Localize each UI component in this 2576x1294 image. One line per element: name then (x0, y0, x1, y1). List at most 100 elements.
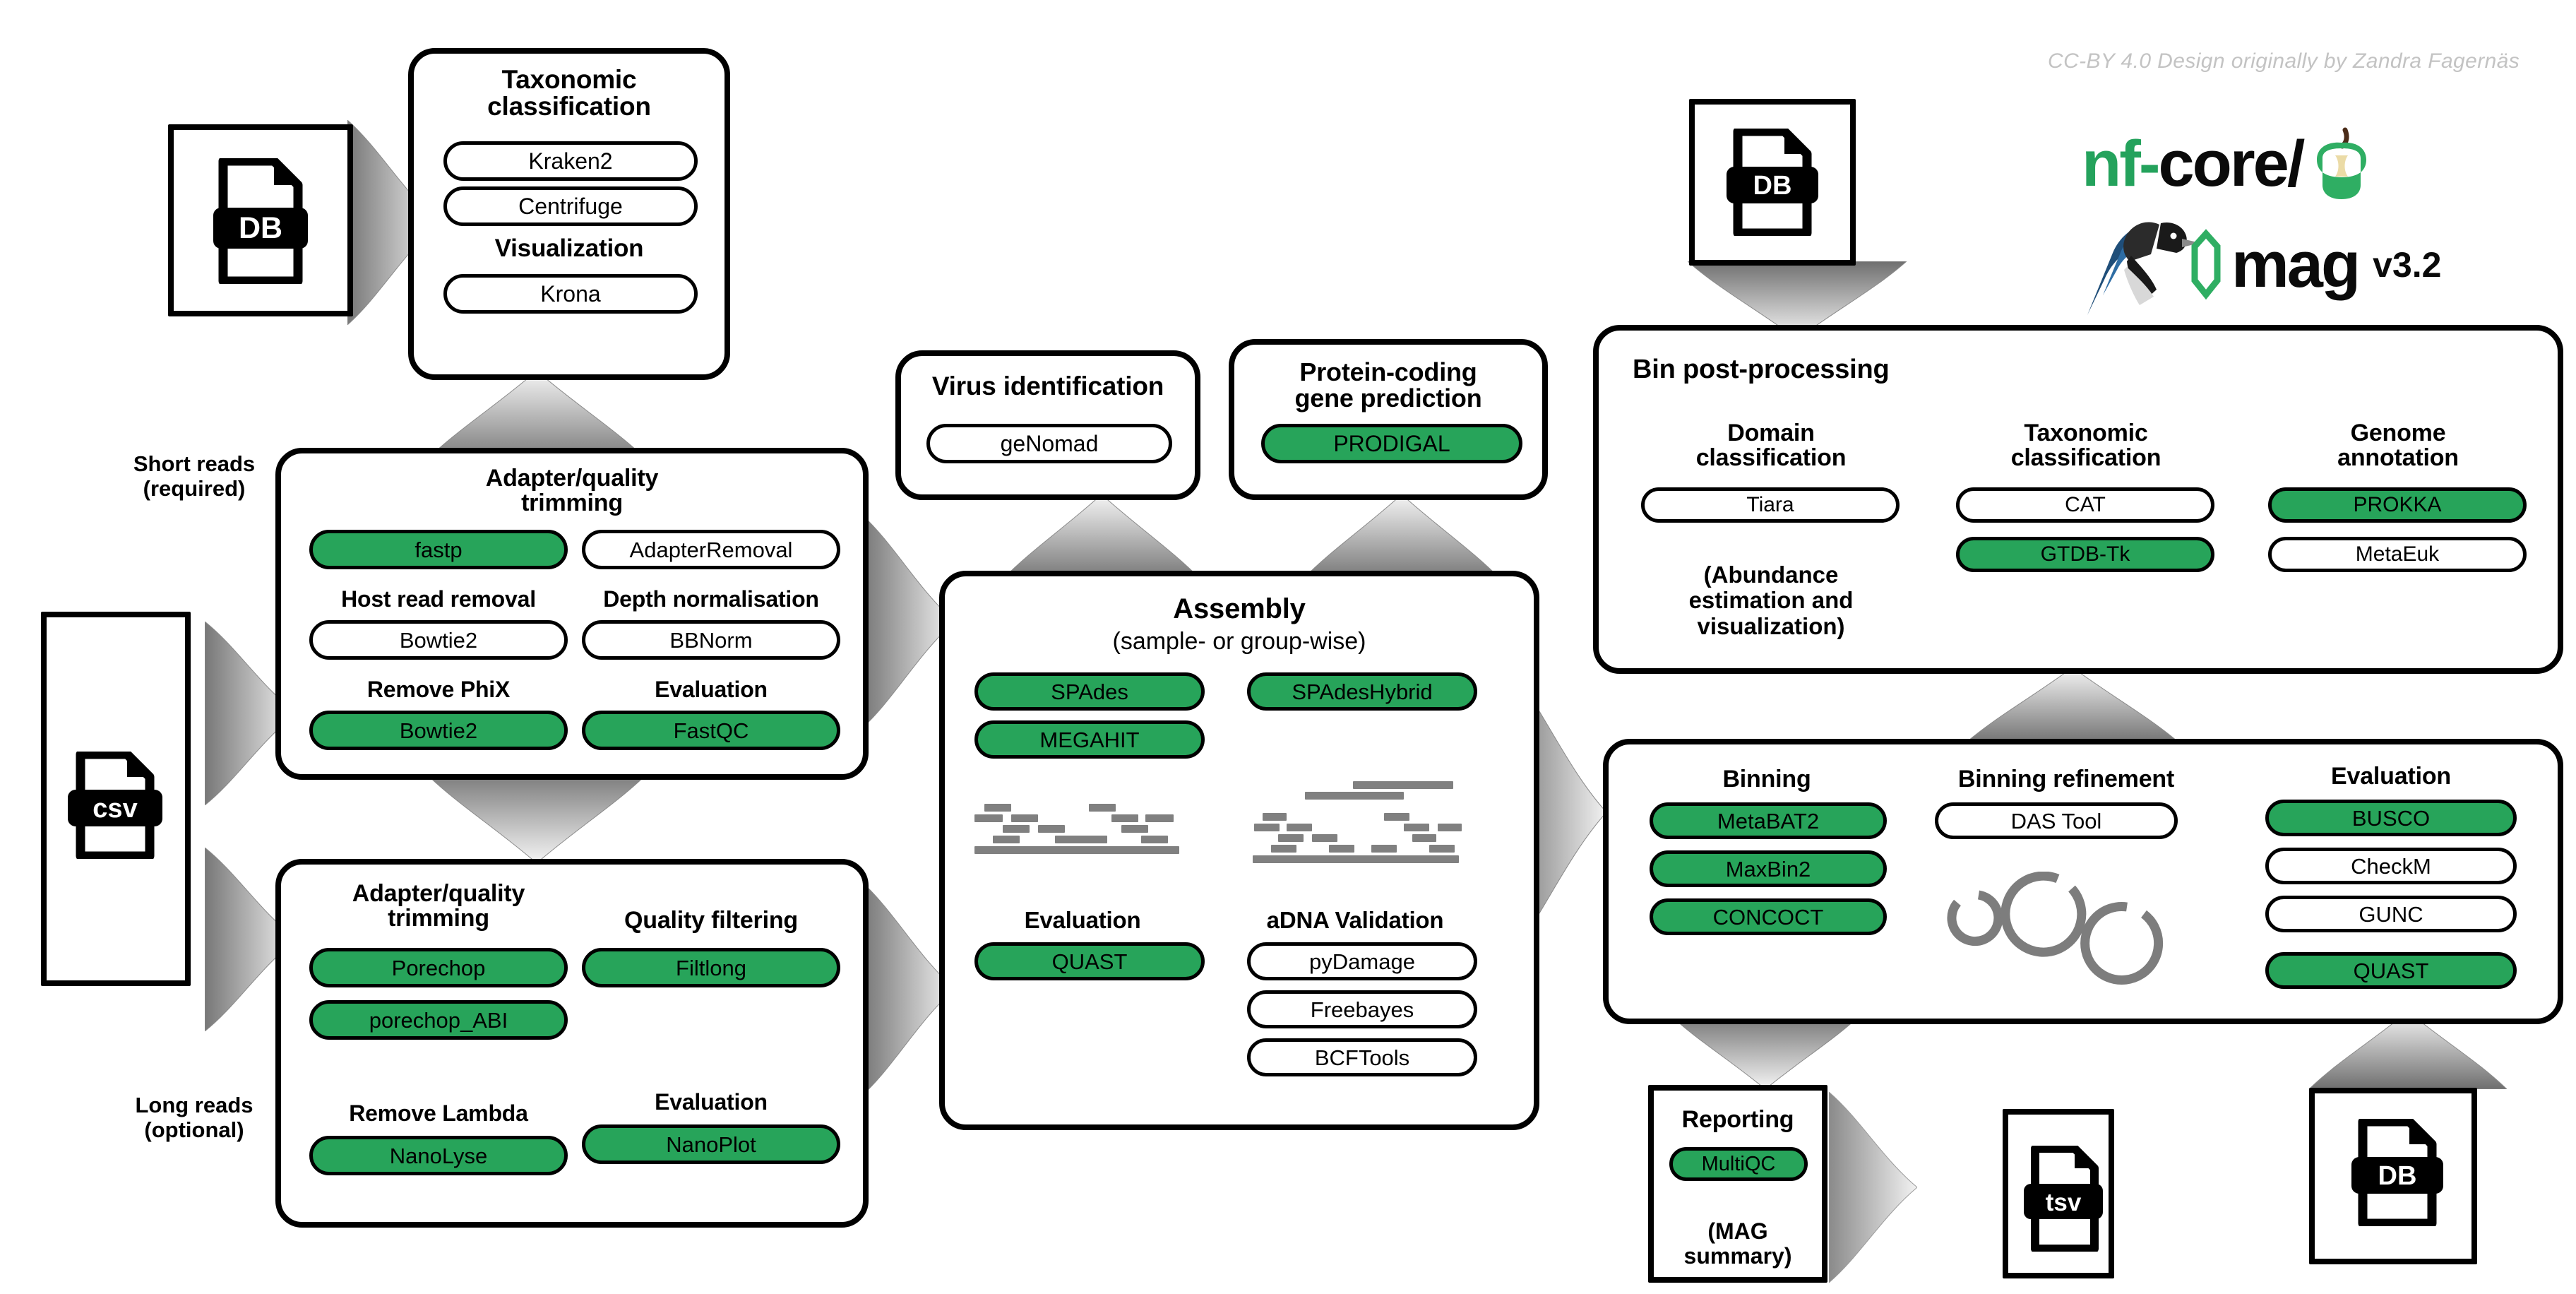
tool-nanoplot: NanoPlot (582, 1124, 840, 1164)
tool-genomad: geNomad (926, 424, 1172, 463)
tool-centrifuge: Centrifuge (443, 186, 698, 226)
tool-adapterremoval: AdapterRemoval (582, 530, 840, 569)
heading-genome-annotation: Genome annotation (2337, 420, 2459, 472)
svg-text:DB: DB (2378, 1161, 2417, 1191)
input-db-binpost-box: DB (1689, 99, 1856, 266)
tool-label: QUAST (1051, 949, 1128, 974)
apple-core-icon (2317, 127, 2367, 199)
tool-label: Tiara (1746, 493, 1794, 516)
tool-label: BCFTools (1314, 1045, 1410, 1070)
heading-quality-filtering: Quality filtering (624, 907, 798, 934)
heading-binning-evaluation: Evaluation (2331, 763, 2451, 790)
tool-bbnorm: BBNorm (582, 620, 840, 660)
csv-file-icon: csv (68, 752, 162, 859)
logo-nf-core: nf- core/ (2082, 127, 2372, 201)
genome-bins-icon (1932, 872, 2179, 1034)
heading-adapter-quality-trimming-short: Adapter/quality trimming (485, 465, 659, 517)
heading-remove-lambda: Remove Lambda (349, 1100, 528, 1126)
tool-bowtie2-phix: Bowtie2 (309, 711, 568, 750)
logo-core-text: core/ (2158, 128, 2305, 200)
reporting-title: Reporting (1681, 1106, 1794, 1133)
tool-label: PROKKA (2353, 493, 2442, 516)
tool-concoct: CONCOCT (1650, 898, 1887, 935)
tool-label: QUAST (2353, 958, 2429, 983)
contig-stack-right (1247, 781, 1473, 863)
tool-fastqc: FastQC (582, 711, 840, 750)
tool-tiara: Tiara (1641, 487, 1900, 523)
tool-label: GUNC (2359, 901, 2423, 927)
tool-label: Bowtie2 (399, 718, 478, 743)
tool-label: MetaBAT2 (1717, 808, 1820, 833)
tool-quast-bins: QUAST (2265, 952, 2517, 989)
tool-label: NanoPlot (666, 1132, 756, 1157)
svg-text:csv: csv (93, 794, 137, 824)
tool-label: fastp (415, 537, 463, 562)
tool-prokka: PROKKA (2268, 487, 2527, 523)
tool-busco: BUSCO (2265, 800, 2517, 836)
heading-depth-normalisation: Depth normalisation (603, 586, 819, 612)
logo-nf-text: nf- (2082, 128, 2160, 200)
tool-megahit: MEGAHIT (974, 720, 1205, 759)
tsv-file-icon: tsv (2024, 1146, 2103, 1252)
label-long-reads: Long reads (optional) (135, 1093, 254, 1142)
tool-label: Krona (540, 281, 601, 307)
heading-adapter-quality-trimming-long: Adapter/quality trimming (352, 880, 525, 932)
db-file-icon: DB (213, 158, 308, 284)
tool-filtlong: Filtlong (582, 948, 840, 987)
contig-stack-left-b (1080, 804, 1193, 854)
tool-label: CheckM (2351, 853, 2431, 879)
tool-label: Freebayes (1310, 997, 1414, 1022)
label-short-reads: Short reads (required) (133, 451, 256, 501)
tool-label: CAT (2065, 493, 2106, 516)
tool-label: GTDB-Tk (2040, 542, 2130, 566)
logo-mag: mag v3.2 (2083, 212, 2442, 318)
tool-label: porechop_ABI (369, 1007, 508, 1033)
bin-post-processing-title: Bin post-processing (1633, 355, 1890, 384)
connector-assembly-to-virus (1003, 494, 1200, 579)
input-db-taxonomy-box: DB (168, 124, 353, 316)
assembly-title: Assembly (1173, 593, 1306, 624)
svg-text:DB: DB (1753, 171, 1792, 201)
visualization-heading: Visualization (494, 235, 644, 262)
output-tsv-box: tsv (2003, 1109, 2114, 1278)
heading-evaluation-short: Evaluation (655, 677, 768, 702)
connector-reporting-to-tsv (1829, 1092, 1917, 1283)
bin-post-processing-note: (Abundance estimation and visualization) (1688, 562, 1854, 639)
heading-evaluation-long: Evaluation (655, 1089, 768, 1115)
tool-label: MaxBin2 (1725, 856, 1811, 882)
box-short-read-preprocessing: Adapter/quality trimming fastp AdapterRe… (275, 448, 869, 780)
tool-das-tool: DAS Tool (1935, 802, 2178, 839)
box-virus-identification: Virus identification geNomad (895, 350, 1200, 500)
tool-bowtie2-host: Bowtie2 (309, 620, 568, 660)
box-assembly: Assembly (sample- or group-wise) SPAdes … (939, 571, 1539, 1130)
heading-remove-phix: Remove PhiX (366, 677, 511, 702)
tool-bcftools: BCFTools (1247, 1038, 1477, 1076)
output-db-box: DB (2309, 1088, 2477, 1264)
logo-mag-text: mag (2231, 229, 2361, 301)
tool-label: Bowtie2 (399, 627, 478, 653)
box-taxonomic-classification: Taxonomic classification Kraken2 Centrif… (408, 48, 730, 380)
box-protein-coding-gene-prediction: Protein-coding gene prediction PRODIGAL (1229, 339, 1548, 500)
reporting-note: (MAG summary) (1683, 1218, 1792, 1269)
box-long-read-preprocessing: Adapter/quality trimming Quality filteri… (275, 859, 869, 1228)
tool-prodigal: PRODIGAL (1261, 424, 1522, 463)
tool-label: pyDamage (1309, 949, 1415, 974)
tool-label: MetaEuk (2355, 542, 2440, 566)
box-bin-post-processing: Bin post-processing Domain classificatio… (1593, 325, 2563, 674)
tool-multiqc: MultiQC (1669, 1147, 1808, 1181)
tool-label: MultiQC (1701, 1152, 1776, 1175)
box-binning: Binning Binning refinement Evaluation Me… (1603, 739, 2563, 1024)
connector-assembly-to-prodigal (1303, 494, 1501, 579)
tool-label: NanoLyse (389, 1143, 488, 1168)
pipeline-diagram: DB csv Short reads (required) Long reads… (0, 0, 2576, 1294)
tool-kraken2: Kraken2 (443, 141, 698, 181)
db-file-icon-3: DB (2351, 1119, 2443, 1226)
tool-label: CONCOCT (1712, 904, 1824, 930)
tool-label: SPAdesHybrid (1292, 679, 1433, 704)
assembly-subtitle: (sample- or group-wise) (1112, 628, 1366, 655)
heading-domain-classification: Domain classification (1695, 420, 1847, 472)
connector-binning-to-binpost (1963, 667, 2182, 745)
tool-spades: SPAdes (974, 672, 1205, 711)
tool-spadeshybrid: SPAdesHybrid (1247, 672, 1477, 711)
tool-label: DAS Tool (2010, 808, 2102, 833)
